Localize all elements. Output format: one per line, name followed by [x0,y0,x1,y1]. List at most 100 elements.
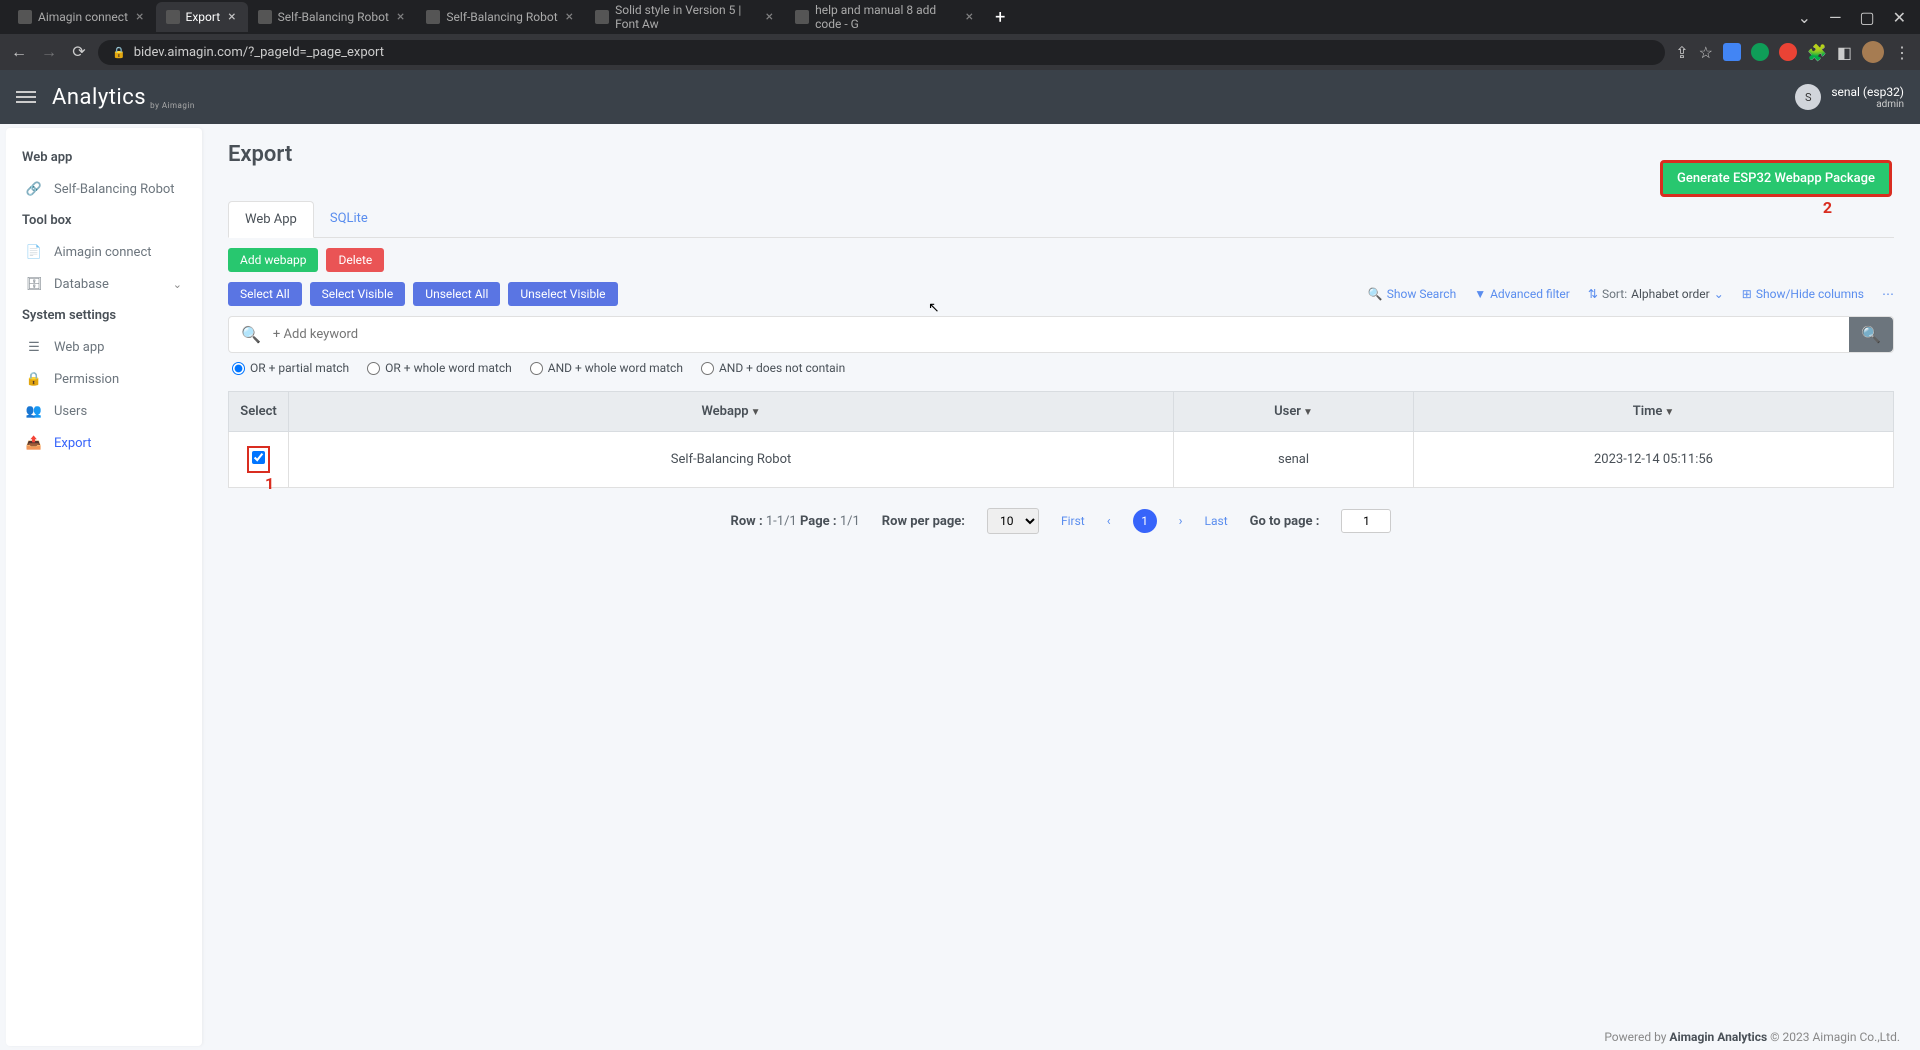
page-last[interactable]: Last [1205,514,1228,528]
filter-icon: ▼ [1303,407,1313,418]
page-current[interactable]: 1 [1133,509,1157,533]
generate-package-button[interactable]: Generate ESP32 Webapp Package [1660,160,1892,197]
show-hide-columns-button[interactable]: ⊞ Show/Hide columns [1742,287,1864,301]
favicon-icon [18,10,32,24]
browser-tab[interactable]: Self-Balancing Robot× [248,2,417,32]
browser-tab[interactable]: Export× [156,2,248,32]
back-icon[interactable]: ← [10,42,28,62]
close-icon[interactable]: × [964,9,975,25]
search-bar: 🔍 🔍 [228,316,1894,353]
more-icon[interactable]: ⋯ [1882,287,1894,301]
tab-webapp[interactable]: Web App [228,201,314,238]
cell-time: 2023-12-14 05:11:56 [1414,432,1894,488]
new-tab-button[interactable]: + [985,7,1015,28]
unselect-visible-button[interactable]: Unselect Visible [508,282,617,306]
advanced-filter-button[interactable]: ▼ Advanced filter [1474,287,1570,301]
match-option[interactable]: AND + does not contain [701,361,845,375]
file-icon: 📄 [26,244,42,260]
sidebar-item-connect[interactable]: 📄 Aimagin connect [6,236,202,268]
minimize-icon[interactable]: — [1829,8,1842,27]
browser-tab[interactable]: Self-Balancing Robot× [416,2,585,32]
extension-icon[interactable] [1779,43,1797,61]
hamburger-icon[interactable] [16,88,36,106]
close-icon[interactable]: × [226,9,237,25]
sidebar-item-users[interactable]: 👥 Users [6,395,202,427]
unselect-all-button[interactable]: Unselect All [413,282,500,306]
close-icon[interactable]: × [764,9,775,25]
show-search-button[interactable]: 🔍 Show Search [1368,287,1456,301]
tab-sqlite[interactable]: SQLite [314,201,384,237]
close-window-icon[interactable]: ✕ [1893,8,1906,27]
chevron-down-icon: ⌄ [173,278,182,291]
url-input[interactable]: 🔒 bidev.aimagin.com/?_pageId=_page_expor… [98,40,1665,65]
forward-icon[interactable]: → [40,42,58,62]
favicon-icon [795,10,809,24]
col-user[interactable]: User▼ [1174,392,1414,432]
browser-chrome: Aimagin connect× Export× Self-Balancing … [0,0,1920,70]
database-icon: 🗄 [26,276,42,292]
pagination: Row : 1-1/1 Page : 1/1 Row per page: 10 … [228,508,1894,534]
sort-dropdown[interactable]: ⇅ Sort: Alphabet order ⌄ [1588,287,1724,301]
user-name: senal (esp32) [1831,85,1904,99]
favicon-icon [258,10,272,24]
browser-tab[interactable]: Aimagin connect× [8,2,156,32]
extension-icon[interactable] [1723,43,1741,61]
tabs: Web App SQLite [228,201,1894,238]
reload-icon[interactable]: ⟳ [70,42,88,62]
sidebar-item-webapp[interactable]: ☰ Web app [6,331,202,363]
chevron-down-icon: ⌄ [1714,287,1724,301]
close-icon[interactable]: × [134,9,145,25]
filter-icon: ▼ [751,407,761,418]
page-first[interactable]: First [1061,514,1085,528]
extension-icon[interactable] [1751,43,1769,61]
sidebar-item-export[interactable]: 📤 Export [6,427,202,459]
sidebar-item-database[interactable]: 🗄 Database ⌄ [6,268,202,300]
sidebar-toggle-icon[interactable]: ◧ [1837,43,1852,62]
lock-icon: 🔒 [112,46,126,59]
browser-tab[interactable]: Solid style in Version 5 | Font Aw× [585,2,785,32]
match-option[interactable]: OR + partial match [232,361,349,375]
extensions-icon[interactable]: 🧩 [1807,43,1827,62]
menu-icon[interactable]: ⋮ [1894,43,1910,62]
user-role: admin [1831,99,1904,110]
share-icon[interactable]: ⇪ [1675,43,1688,62]
sidebar-section: Tool box [6,205,202,236]
close-icon[interactable]: × [564,9,575,25]
rows-per-page-select[interactable]: 10 [987,508,1039,534]
sidebar-item-permission[interactable]: 🔒 Permission [6,363,202,395]
add-webapp-button[interactable]: Add webapp [228,248,318,272]
sidebar-section: Web app [6,142,202,173]
row-checkbox[interactable] [252,451,265,464]
goto-page-input[interactable] [1341,509,1391,533]
chevron-down-icon[interactable]: ⌄ [1798,8,1811,27]
match-option[interactable]: AND + whole word match [530,361,683,375]
users-icon: 👥 [26,403,42,419]
filter-icon: ▼ [1664,407,1674,418]
user-menu[interactable]: S senal (esp32) admin [1795,84,1904,110]
profile-avatar[interactable] [1862,41,1884,63]
table-row: 1 Self-Balancing Robot senal 2023-12-14 … [229,432,1894,488]
export-icon: 📤 [26,435,42,451]
app-header: Analyticsby Aimagin S senal (esp32) admi… [0,70,1920,124]
footer: Powered by Aimagin Analytics © 2023 Aima… [1604,1030,1900,1044]
page-title: Export [228,142,1894,167]
col-webapp[interactable]: Webapp▼ [289,392,1174,432]
page-next[interactable]: › [1179,514,1183,529]
page-prev[interactable]: ‹ [1107,514,1111,529]
browser-tab[interactable]: help and manual 8 add code - G× [785,2,985,32]
delete-button[interactable]: Delete [326,248,384,272]
select-visible-button[interactable]: Select Visible [310,282,406,306]
star-icon[interactable]: ☆ [1699,43,1713,62]
col-time[interactable]: Time▼ [1414,392,1894,432]
select-all-button[interactable]: Select All [228,282,302,306]
sidebar-item-robot[interactable]: 🔗 Self-Balancing Robot [6,173,202,205]
row-select-highlight [247,446,270,473]
favicon-icon [166,10,180,24]
search-input[interactable] [273,317,1849,352]
search-icon: 🔍 [229,325,273,344]
search-go-button[interactable]: 🔍 [1849,317,1893,352]
match-option[interactable]: OR + whole word match [367,361,512,375]
annotation-1: 1 [265,474,274,493]
close-icon[interactable]: × [395,9,406,25]
maximize-icon[interactable]: ▢ [1859,8,1874,27]
